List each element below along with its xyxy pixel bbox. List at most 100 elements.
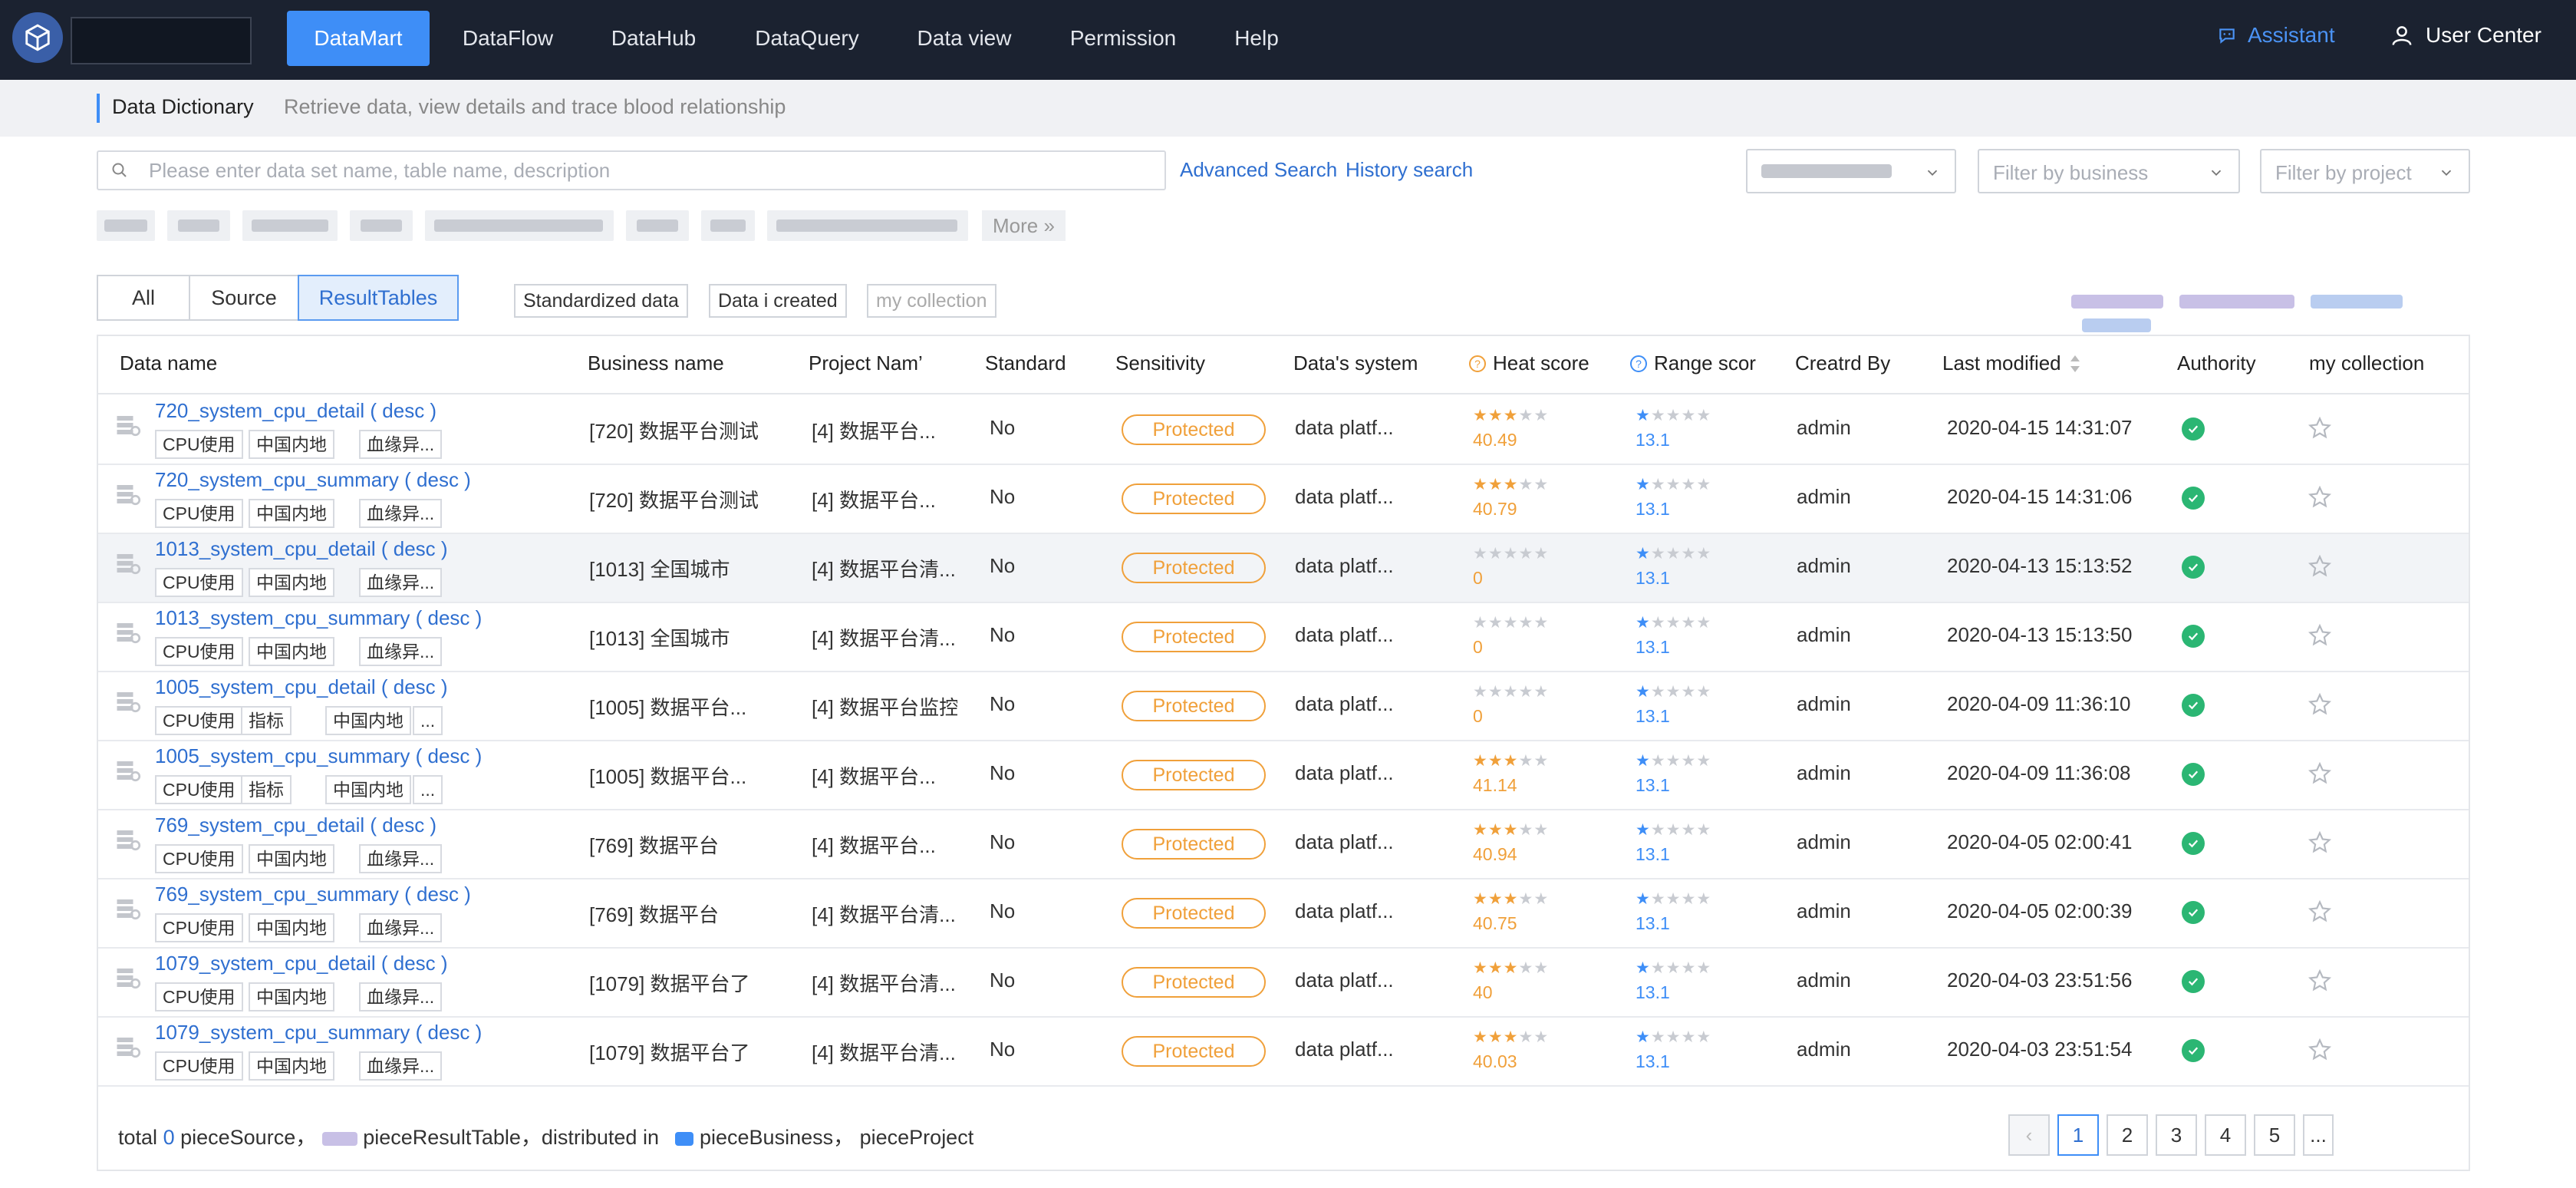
row-tag[interactable]: 血缘异... (359, 913, 443, 942)
nav-item-permission[interactable]: Permission (1054, 11, 1192, 66)
quick-tag-chip[interactable] (701, 210, 755, 241)
collection-star-icon[interactable] (2308, 692, 2332, 722)
nav-item-help[interactable]: Help (1217, 11, 1296, 66)
collection-star-icon[interactable] (2308, 554, 2332, 584)
row-tag[interactable]: 中国内地 (249, 568, 334, 597)
data-name-link[interactable]: 720_system_cpu_detail ( desc ) (155, 399, 585, 423)
pagination-page-2[interactable]: 2 (2107, 1114, 2148, 1156)
quick-tag-chip[interactable] (350, 210, 413, 241)
nav-item-data-view[interactable]: Data view (896, 11, 1033, 66)
app-logo-icon[interactable] (12, 12, 63, 63)
pagination-page-5[interactable]: 5 (2254, 1114, 2295, 1156)
data-name-link[interactable]: 720_system_cpu_summary ( desc ) (155, 468, 585, 492)
row-tag[interactable]: CPU使用 (155, 1051, 243, 1081)
data-name-link[interactable]: 769_system_cpu_detail ( desc ) (155, 813, 585, 837)
data-name-link[interactable]: 1079_system_cpu_summary ( desc ) (155, 1021, 585, 1044)
data-i-created-button[interactable]: Data i created (709, 284, 847, 318)
advanced-search-link[interactable]: Advanced Search (1180, 158, 1337, 182)
sort-icon[interactable] (2069, 354, 2081, 374)
row-tag[interactable]: 中国内地 (325, 775, 411, 804)
tab-all[interactable]: All (97, 275, 190, 321)
collection-star-icon[interactable] (2308, 830, 2332, 860)
table-row[interactable]: 1079_system_cpu_summary ( desc ) CPU使用 中国内… (98, 1018, 2469, 1087)
row-tag[interactable]: 中国内地 (249, 637, 334, 666)
row-tag[interactable]: 血缘异... (359, 499, 443, 528)
table-row[interactable]: 1013_system_cpu_summary ( desc ) CPU使用 中国内… (98, 603, 2469, 672)
collection-star-icon[interactable] (2308, 1038, 2332, 1068)
pagination-page-1[interactable]: 1 (2057, 1114, 2099, 1156)
data-name-link[interactable]: 769_system_cpu_summary ( desc ) (155, 883, 585, 906)
help-icon[interactable]: ? (1629, 355, 1648, 373)
pagination-page-4[interactable]: 4 (2205, 1114, 2246, 1156)
row-tag[interactable]: CPU使用 (155, 844, 243, 873)
row-tag[interactable]: CPU使用 (155, 775, 243, 804)
row-tag[interactable]: 中国内地 (249, 1051, 334, 1081)
nav-item-datahub[interactable]: DataHub (591, 11, 716, 66)
search-input[interactable] (149, 157, 1146, 184)
search-box[interactable] (97, 150, 1166, 190)
row-tag[interactable]: CPU使用 (155, 637, 243, 666)
tab-resulttables[interactable]: ResultTables (298, 275, 459, 321)
row-tag[interactable]: 中国内地 (249, 913, 334, 942)
row-tag[interactable]: 中国内地 (249, 499, 334, 528)
row-tag[interactable]: 血缘异... (359, 1051, 443, 1081)
user-center-button[interactable]: User Center (2390, 23, 2541, 48)
data-name-link[interactable]: 1005_system_cpu_summary ( desc ) (155, 744, 585, 768)
row-tag[interactable]: 中国内地 (249, 982, 334, 1011)
row-tag[interactable]: 血缘异... (359, 568, 443, 597)
quick-tag-chip[interactable] (97, 210, 155, 241)
row-tag[interactable]: 血缘异... (359, 982, 443, 1011)
nav-item-dataflow[interactable]: DataFlow (445, 11, 571, 66)
table-row[interactable]: 769_system_cpu_summary ( desc ) CPU使用 中国内地… (98, 879, 2469, 949)
pagination-prev-button[interactable]: ‹ (2008, 1114, 2050, 1156)
table-row[interactable]: 1005_system_cpu_detail ( desc ) CPU使用 指标 中国… (98, 672, 2469, 741)
row-tag[interactable]: ... (413, 706, 443, 735)
quick-tag-chip[interactable] (425, 210, 614, 241)
more-tags-button[interactable]: More » (982, 210, 1066, 241)
table-row[interactable]: 1005_system_cpu_summary ( desc ) CPU使用 指标 中… (98, 741, 2469, 810)
column-header-last-modified[interactable]: Last modified (1942, 351, 2081, 375)
data-name-link[interactable]: 1005_system_cpu_detail ( desc ) (155, 675, 585, 699)
row-tag[interactable]: 血缘异... (359, 430, 443, 459)
row-tag[interactable]: CPU使用 (155, 913, 243, 942)
data-name-link[interactable]: 1013_system_cpu_detail ( desc ) (155, 537, 585, 561)
row-tag[interactable]: CPU使用 (155, 499, 243, 528)
data-name-link[interactable]: 1013_system_cpu_summary ( desc ) (155, 606, 585, 630)
row-tag[interactable]: 指标 (241, 706, 292, 735)
row-tag[interactable]: CPU使用 (155, 706, 243, 735)
history-search-link[interactable]: History search (1346, 158, 1473, 182)
row-tag[interactable]: CPU使用 (155, 430, 243, 459)
row-tag[interactable]: 指标 (241, 775, 292, 804)
collection-star-icon[interactable] (2308, 899, 2332, 929)
collection-star-icon[interactable] (2308, 969, 2332, 998)
my-collection-button[interactable]: my collection (867, 284, 996, 318)
tab-source[interactable]: Source (189, 275, 299, 321)
nav-item-dataquery[interactable]: DataQuery (736, 11, 878, 66)
table-row[interactable]: 1013_system_cpu_detail ( desc ) CPU使用 中国内地… (98, 534, 2469, 603)
row-tag[interactable]: 血缘异... (359, 637, 443, 666)
filter-by-project-select[interactable]: Filter by project (2260, 149, 2470, 193)
row-tag[interactable]: 血缘异... (359, 844, 443, 873)
collection-star-icon[interactable] (2308, 416, 2332, 446)
assistant-button[interactable]: Assistant (2217, 23, 2335, 48)
table-row[interactable]: 720_system_cpu_summary ( desc ) CPU使用 中国内地… (98, 465, 2469, 534)
row-tag[interactable]: ... (413, 775, 443, 804)
quick-tag-chip[interactable] (167, 210, 230, 241)
quick-tag-chip[interactable] (242, 210, 338, 241)
pagination-ellipsis[interactable]: ... (2303, 1114, 2334, 1156)
quick-tag-chip[interactable] (767, 210, 968, 241)
filter-by-system-select[interactable] (1746, 149, 1956, 193)
table-row[interactable]: 769_system_cpu_detail ( desc ) CPU使用 中国内地血… (98, 810, 2469, 879)
standardized-data-button[interactable]: Standardized data (514, 284, 688, 318)
pagination-page-3[interactable]: 3 (2156, 1114, 2197, 1156)
data-name-link[interactable]: 1079_system_cpu_detail ( desc ) (155, 952, 585, 975)
collection-star-icon[interactable] (2308, 485, 2332, 515)
table-row[interactable]: 1079_system_cpu_detail ( desc ) CPU使用 中国内地… (98, 949, 2469, 1018)
collection-star-icon[interactable] (2308, 623, 2332, 653)
row-tag[interactable]: CPU使用 (155, 982, 243, 1011)
collection-star-icon[interactable] (2308, 761, 2332, 791)
help-icon[interactable]: ? (1468, 355, 1487, 373)
table-row[interactable]: 720_system_cpu_detail ( desc ) CPU使用 中国内地血… (98, 396, 2469, 465)
row-tag[interactable]: 中国内地 (325, 706, 411, 735)
row-tag[interactable]: CPU使用 (155, 568, 243, 597)
